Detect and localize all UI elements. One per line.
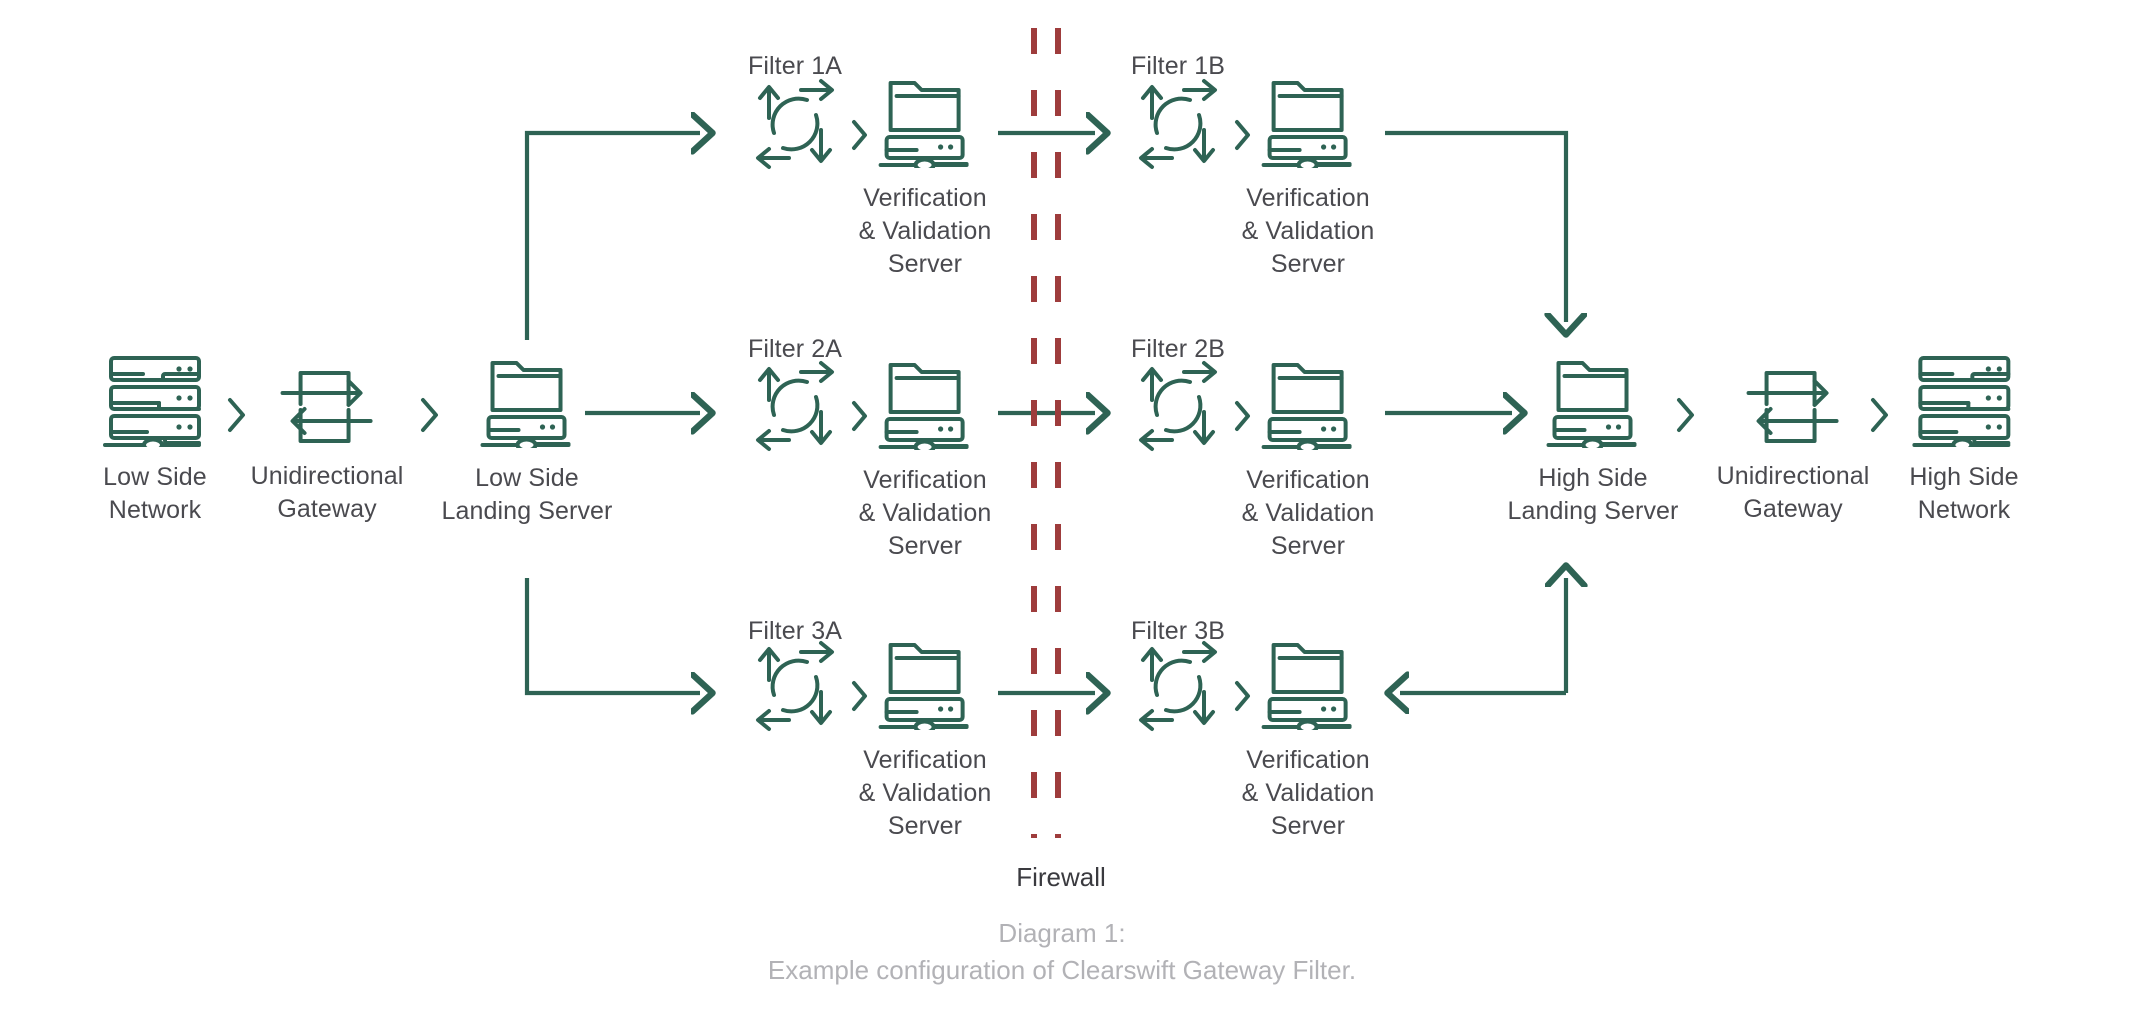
unidirectional-gateway-icon <box>279 368 375 446</box>
cycle-filter-icon <box>749 360 841 452</box>
filter-1b-title: Filter 1B <box>1131 52 1225 80</box>
folder-server-icon <box>1545 358 1641 453</box>
diagram-caption: Diagram 1: Example configuration of Clea… <box>767 918 1357 985</box>
wire-landing-to-filter3a <box>524 578 700 693</box>
node-label: Verification & Validation Server <box>1241 184 1375 278</box>
node-label: Verification & Validation Server <box>858 184 992 278</box>
node-low-side-network[interactable]: Low Side Network <box>103 355 207 527</box>
cycle-filter-icon <box>749 78 841 170</box>
node-filter-2b[interactable] <box>1132 360 1224 452</box>
cycle-filter-icon <box>1132 360 1224 452</box>
cycle-filter-icon <box>749 640 841 732</box>
chevron-high-landing-to-gateway <box>1675 397 1697 433</box>
cycle-filter-icon <box>1132 640 1224 732</box>
folder-server-icon <box>1260 78 1356 173</box>
folder-server-icon <box>877 78 973 173</box>
node-label: Verification & Validation Server <box>858 466 992 560</box>
node-vv-server-1b[interactable]: Verification & Validation Server <box>1242 78 1375 281</box>
node-label: Verification & Validation Server <box>1241 466 1375 560</box>
node-filter-3b[interactable] <box>1132 640 1224 732</box>
node-low-side-landing-server[interactable]: Low Side Landing Server <box>442 358 613 528</box>
firewall-label: Firewall <box>1016 862 1106 892</box>
node-high-unidirectional-gateway[interactable]: Unidirectional Gateway <box>1717 368 1870 526</box>
node-vv-server-2a[interactable]: Verification & Validation Server <box>859 360 992 563</box>
node-low-unidirectional-gateway[interactable]: Unidirectional Gateway <box>251 368 404 526</box>
filter-1a-title: Filter 1A <box>748 52 842 80</box>
node-label: Verification & Validation Server <box>1241 746 1375 840</box>
node-high-side-landing-server[interactable]: High Side Landing Server <box>1508 358 1679 528</box>
folder-server-icon <box>479 358 575 453</box>
node-filter-1a[interactable] <box>749 78 841 170</box>
node-filter-1b[interactable] <box>1132 78 1224 170</box>
node-filter-2a[interactable] <box>749 360 841 452</box>
unidirectional-gateway-icon <box>1745 368 1841 446</box>
node-label: High Side Landing Server <box>1507 464 1679 525</box>
folder-server-icon <box>877 360 973 455</box>
node-vv-server-3b[interactable]: Verification & Validation Server <box>1242 640 1375 843</box>
node-label: Unidirectional Gateway <box>1716 462 1870 523</box>
node-vv-server-3a[interactable]: Verification & Validation Server <box>859 640 992 843</box>
wire-filter1b-to-high-landing <box>1385 130 1566 322</box>
folder-server-icon <box>1260 360 1356 455</box>
cycle-filter-icon <box>1132 78 1224 170</box>
chevron-low-network-to-gateway <box>226 397 248 433</box>
chevron-gateway-to-low-landing <box>419 397 441 433</box>
folder-server-icon <box>877 640 973 735</box>
node-filter-3a[interactable] <box>749 640 841 732</box>
node-label: Low Side Landing Server <box>441 464 613 525</box>
node-vv-server-1a[interactable]: Verification & Validation Server <box>859 78 992 281</box>
wire-landing-to-filter1a <box>524 133 700 340</box>
node-label: Low Side Network <box>103 463 207 524</box>
folder-server-icon <box>1260 640 1356 735</box>
network-rack-icon <box>103 355 207 453</box>
network-rack-icon <box>1912 355 2016 453</box>
node-label: Verification & Validation Server <box>858 746 992 840</box>
node-high-side-network[interactable]: High Side Network <box>1909 355 2019 527</box>
chevron-gateway-to-high-network <box>1869 397 1891 433</box>
firewall-dashed-lines-icon <box>1028 28 1070 838</box>
node-vv-server-2b[interactable]: Verification & Validation Server <box>1242 360 1375 563</box>
node-label: High Side Network <box>1909 463 2019 524</box>
diagram-canvas: Low Side Network Unidirectional Gateway <box>0 0 2130 1020</box>
node-label: Unidirectional Gateway <box>250 462 404 523</box>
